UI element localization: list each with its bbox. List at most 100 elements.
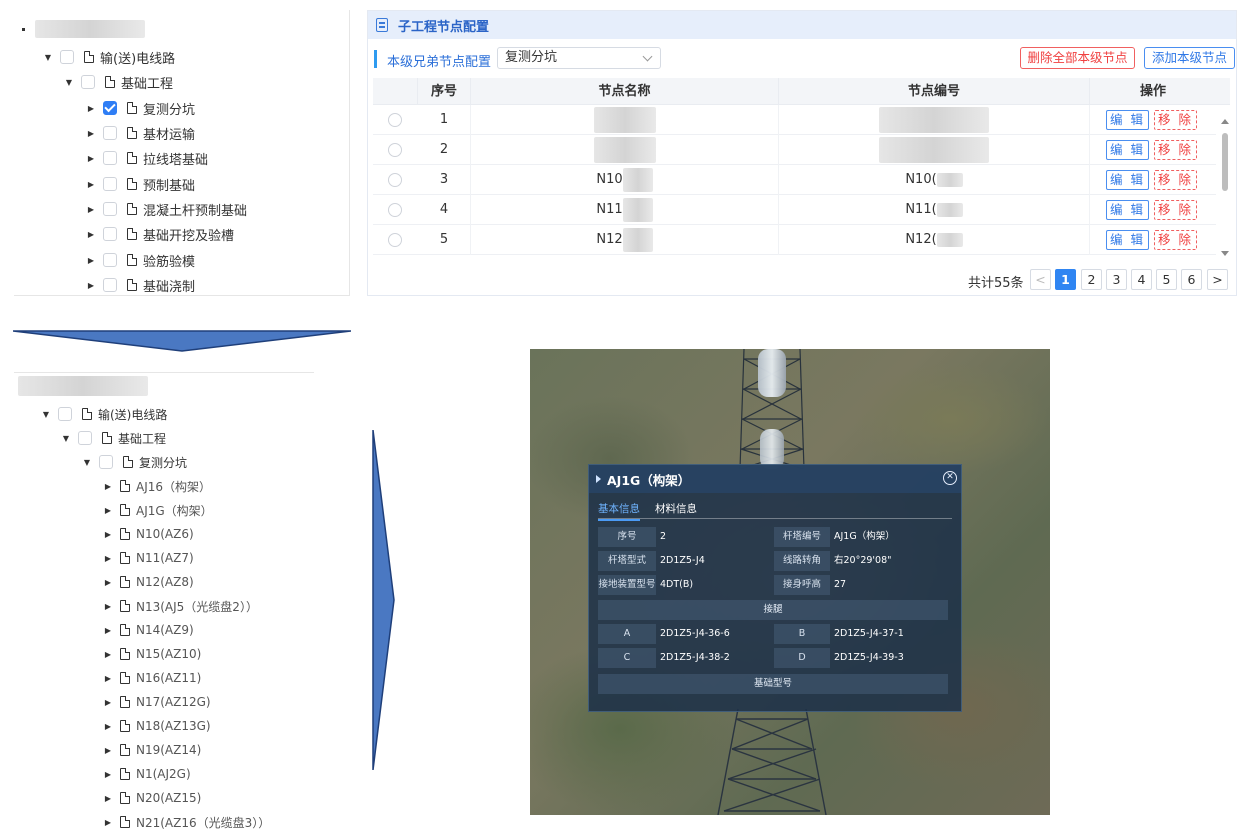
- edit-button[interactable]: 编 辑: [1106, 200, 1149, 220]
- checkbox[interactable]: [103, 253, 117, 267]
- sibling-node-select[interactable]: 复测分坑: [497, 47, 661, 69]
- remove-button[interactable]: 移 除: [1154, 200, 1197, 220]
- caret-right-icon[interactable]: ▶: [102, 528, 114, 540]
- checkbox-checked[interactable]: [103, 101, 117, 115]
- tree-item[interactable]: ▶ N19(AZ14): [102, 740, 201, 760]
- checkbox[interactable]: [103, 278, 117, 292]
- tab-material-info[interactable]: 材料信息: [655, 501, 697, 516]
- tree-item[interactable]: ▶ N10(AZ6): [102, 524, 194, 544]
- caret-right-icon[interactable]: ▶: [102, 480, 114, 492]
- checkbox[interactable]: [103, 227, 117, 241]
- row-radio[interactable]: [388, 173, 402, 187]
- tree-item[interactable]: ▶ 混凝土杆预制基础: [85, 198, 247, 220]
- checkbox[interactable]: [81, 75, 95, 89]
- remove-button[interactable]: 移 除: [1154, 230, 1197, 250]
- edit-button[interactable]: 编 辑: [1106, 230, 1149, 250]
- caret-right-icon[interactable]: ▶: [102, 576, 114, 588]
- tree-item[interactable]: ▶ 验筋验模: [85, 249, 195, 271]
- page-button-2[interactable]: 2: [1081, 269, 1102, 290]
- caret-right-icon[interactable]: ▶: [102, 648, 114, 660]
- row-radio[interactable]: [388, 113, 402, 127]
- tree-item[interactable]: ▶ N21(AZ16（光缆盘3））: [102, 812, 270, 832]
- caret-right-icon[interactable]: ▶: [85, 152, 97, 164]
- page-button-5[interactable]: 5: [1156, 269, 1177, 290]
- caret-right-icon[interactable]: ▶: [102, 816, 114, 828]
- caret-right-icon[interactable]: ▶: [102, 504, 114, 516]
- checkbox[interactable]: [103, 177, 117, 191]
- page-button-3[interactable]: 3: [1106, 269, 1127, 290]
- table-row[interactable]: 4 N11 N11( 编 辑 移 除: [373, 195, 1216, 225]
- tree-item[interactable]: ▶ N14(AZ9): [102, 620, 194, 640]
- tree-item[interactable]: ▶ 基础开挖及验槽: [85, 223, 234, 245]
- tree-item[interactable]: ▶ N18(AZ13G): [102, 716, 211, 736]
- caret-down-icon[interactable]: ▼: [60, 432, 72, 444]
- row-radio[interactable]: [388, 203, 402, 217]
- tree-item[interactable]: ▶ N12(AZ8): [102, 572, 194, 592]
- caret-right-icon[interactable]: ▶: [102, 744, 114, 756]
- caret-right-icon[interactable]: ▶: [85, 279, 97, 291]
- remove-button[interactable]: 移 除: [1154, 170, 1197, 190]
- caret-right-icon[interactable]: ▶: [85, 254, 97, 266]
- tower-3d-view[interactable]: AJ1G（构架） ✕ 基本信息 材料信息 序号 2 杆塔编号 AJ1G（构架） …: [530, 349, 1050, 815]
- tree-item[interactable]: ▼ 输(送)电线路: [42, 46, 175, 68]
- tree-item[interactable]: ▶ AJ16（构架）: [102, 476, 211, 496]
- checkbox[interactable]: [60, 50, 74, 64]
- page-button-4[interactable]: 4: [1131, 269, 1152, 290]
- edit-button[interactable]: 编 辑: [1106, 140, 1149, 160]
- caret-right-icon[interactable]: ▶: [85, 228, 97, 240]
- caret-down-icon[interactable]: ▼: [40, 408, 52, 420]
- tree-item[interactable]: ▼ 复测分坑: [81, 452, 187, 472]
- checkbox[interactable]: [58, 407, 72, 421]
- caret-right-icon[interactable]: ▶: [85, 127, 97, 139]
- tree-item[interactable]: ▶ N16(AZ11): [102, 668, 201, 688]
- caret-down-icon[interactable]: ▼: [81, 456, 93, 468]
- row-radio[interactable]: [388, 233, 402, 247]
- tree-item[interactable]: ▶ N11(AZ7): [102, 548, 194, 568]
- caret-right-icon[interactable]: ▶: [102, 552, 114, 564]
- checkbox[interactable]: [103, 202, 117, 216]
- caret-down-icon[interactable]: ▼: [42, 51, 54, 63]
- page-button-6[interactable]: 6: [1181, 269, 1202, 290]
- tree-item-selected[interactable]: ▶ 复测分坑: [85, 97, 195, 119]
- checkbox[interactable]: [99, 455, 113, 469]
- table-scrollbar[interactable]: [1219, 108, 1230, 258]
- caret-right-icon[interactable]: ▶: [102, 792, 114, 804]
- tab-basic-info[interactable]: 基本信息: [598, 501, 640, 521]
- table-row[interactable]: 3 N10 N10( 编 辑 移 除: [373, 165, 1216, 195]
- tree-item[interactable]: ▼ 基础工程: [60, 428, 166, 448]
- row-radio[interactable]: [388, 143, 402, 157]
- caret-right-icon[interactable]: ▶: [102, 696, 114, 708]
- add-node-button[interactable]: 添加本级节点: [1144, 47, 1235, 69]
- edit-button[interactable]: 编 辑: [1106, 110, 1149, 130]
- tree-item[interactable]: ▶ 基材运输: [85, 122, 195, 144]
- prev-page-button[interactable]: <: [1030, 269, 1051, 290]
- page-button-1[interactable]: 1: [1055, 269, 1076, 290]
- tree-item[interactable]: ▶ 基础浇制: [85, 274, 195, 295]
- caret-right-icon[interactable]: ▶: [102, 672, 114, 684]
- checkbox[interactable]: [103, 126, 117, 140]
- caret-right-icon[interactable]: ▶: [85, 203, 97, 215]
- delete-all-nodes-button[interactable]: 删除全部本级节点: [1020, 47, 1135, 69]
- caret-right-icon[interactable]: ▶: [102, 600, 114, 612]
- scroll-up-arrow-icon[interactable]: [1221, 119, 1229, 124]
- tree-item[interactable]: ▶ N20(AZ15): [102, 788, 201, 808]
- tree-item[interactable]: ▶ N15(AZ10): [102, 644, 201, 664]
- table-row[interactable]: 5 N12 N12( 编 辑 移 除: [373, 225, 1216, 255]
- tree-item[interactable]: ▶ 预制基础: [85, 173, 195, 195]
- table-row[interactable]: 2 编 辑 移 除: [373, 135, 1216, 165]
- caret-right-icon[interactable]: ▶: [85, 178, 97, 190]
- edit-button[interactable]: 编 辑: [1106, 170, 1149, 190]
- tree-item[interactable]: ▶ N13(AJ5（光缆盘2））: [102, 596, 258, 616]
- tree-item[interactable]: ▼ 输(送)电线路: [40, 404, 167, 424]
- remove-button[interactable]: 移 除: [1154, 110, 1197, 130]
- tree-item[interactable]: ▶ AJ1G（构架）: [102, 500, 213, 520]
- table-row[interactable]: 1 编 辑 移 除: [373, 105, 1216, 135]
- caret-right-icon[interactable]: ▶: [102, 720, 114, 732]
- tree-item[interactable]: ▶ N17(AZ12G): [102, 692, 211, 712]
- remove-button[interactable]: 移 除: [1154, 140, 1197, 160]
- caret-right-icon[interactable]: ▶: [102, 768, 114, 780]
- tree-item[interactable]: ▼ 基础工程: [63, 71, 173, 93]
- caret-right-icon[interactable]: ▶: [102, 624, 114, 636]
- next-page-button[interactable]: >: [1207, 269, 1228, 290]
- close-icon[interactable]: ✕: [943, 471, 957, 485]
